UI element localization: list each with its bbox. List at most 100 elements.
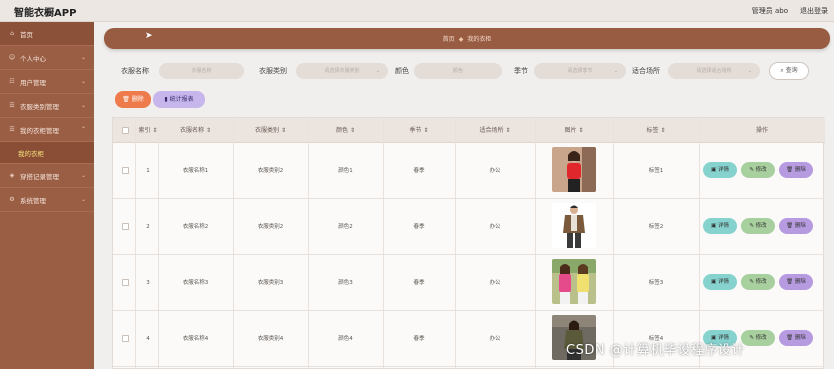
cell-category: 衣服类别4 — [257, 336, 284, 342]
column-header-color[interactable]: 颜色 ⇕ — [308, 118, 383, 143]
batch-delete-label: 删除 — [131, 96, 144, 103]
chevron-down-icon: ⌄ — [80, 78, 86, 85]
column-header-actions: 操作 — [755, 127, 768, 134]
batch-delete-button[interactable]: 🗑 删除 — [115, 91, 151, 108]
edit-button[interactable]: ✎ 修改 — [741, 330, 775, 346]
category-filter-placeholder: 请选择衣服类别 — [324, 68, 360, 74]
detail-label: 详情 — [717, 223, 729, 229]
top-bar: 智能衣橱APP 管理员 abo 退出登录 — [0, 0, 834, 22]
detail-button[interactable]: ▣ 详情 — [703, 274, 737, 290]
mouse-cursor-icon: ➤ — [145, 31, 153, 41]
delete-label: 删除 — [794, 279, 806, 285]
sidebar-item-system[interactable]: ⚙ 系统管理 ⌄ — [0, 188, 94, 212]
chevron-down-icon: ⌄ — [80, 172, 86, 179]
detail-button[interactable]: ▣ 详情 — [703, 218, 737, 234]
query-button[interactable]: ⌕ 查询 — [769, 62, 809, 80]
column-header-season[interactable]: 季节 ⇕ — [383, 118, 455, 143]
stats-report-button[interactable]: ▮ 统计报表 — [153, 91, 205, 108]
delete-button[interactable]: 🗑 删除 — [779, 274, 813, 290]
edit-button[interactable]: ✎ 修改 — [741, 162, 775, 178]
column-header-tag[interactable]: 标签 ⇕ — [613, 118, 699, 143]
occasion-filter-select[interactable]: 请选择适合场所 ⌄ — [668, 63, 760, 79]
row-checkbox[interactable] — [122, 335, 129, 342]
trash-icon: 🗑 — [786, 223, 794, 229]
breadcrumb-home[interactable]: 首页 — [443, 36, 455, 43]
cell-tag: 标签1 — [648, 168, 664, 174]
trash-icon: 🗑 — [786, 167, 794, 173]
detail-icon: ▣ — [711, 223, 717, 229]
column-header-image[interactable]: 图片 ⇕ — [535, 118, 613, 143]
search-icon: ⌕ — [780, 67, 784, 74]
table-row: 2 衣服名称2 衣服类别2 颜色2 春季 办公 标签2 ▣ 详情 ✎ 修改 🗑 … — [113, 199, 825, 255]
detail-label: 详情 — [717, 279, 729, 285]
detail-button[interactable]: ▣ 详情 — [703, 162, 737, 178]
cell-color: 颜色1 — [338, 168, 353, 174]
clothing-thumbnail[interactable] — [552, 147, 596, 192]
edit-button[interactable]: ✎ 修改 — [741, 218, 775, 234]
cell-name: 衣服名称4 — [182, 336, 209, 342]
edit-label: 修改 — [755, 279, 767, 285]
cell-occasion: 办公 — [489, 280, 501, 286]
sidebar-item-wardrobe[interactable]: ☰ 我的衣柜管理 ⌃ — [0, 118, 94, 142]
sidebar-item-label: 系统管理 — [20, 196, 46, 205]
sidebar-item-home[interactable]: ⌂ 首页 — [0, 22, 94, 46]
pencil-icon: ✎ — [749, 167, 754, 173]
sidebar-item-profile[interactable]: ☺ 个人中心 ⌄ — [0, 46, 94, 70]
edit-label: 修改 — [755, 167, 767, 173]
delete-button[interactable]: 🗑 删除 — [779, 162, 813, 178]
delete-button[interactable]: 🗑 删除 — [779, 330, 813, 346]
logout-link[interactable]: 退出登录 — [800, 6, 828, 16]
clothing-thumbnail[interactable] — [552, 259, 596, 304]
sidebar-item-label: 个人中心 — [20, 54, 46, 63]
cell-name: 衣服名称3 — [182, 280, 209, 286]
sidebar-item-label: 我的衣柜管理 — [20, 126, 59, 135]
season-filter-select[interactable]: 请选择季节 ⌄ — [534, 63, 626, 79]
chevron-down-icon: ⌄ — [613, 68, 618, 74]
sidebar-item-users[interactable]: ☷ 用户管理 ⌄ — [0, 70, 94, 94]
sidebar: ⌂ 首页 ☺ 个人中心 ⌄ ☷ 用户管理 ⌄ ☰ 衣服类别管理 ⌄ ☰ 我的衣柜… — [0, 22, 94, 369]
cell-occasion: 办公 — [489, 168, 501, 174]
column-header-category[interactable]: 衣服类别 ⇕ — [233, 118, 308, 143]
cell-occasion: 办公 — [489, 336, 501, 342]
gear-icon: ⚙ — [9, 196, 15, 203]
chevron-down-icon: ⌄ — [80, 196, 86, 203]
delete-label: 删除 — [794, 335, 806, 341]
cell-category: 衣服类别2 — [257, 168, 284, 174]
edit-label: 修改 — [755, 223, 767, 229]
row-checkbox[interactable] — [122, 223, 129, 230]
category-filter-select[interactable]: 请选择衣服类别 ⌄ — [296, 63, 388, 79]
sidebar-item-label: 衣服类别管理 — [20, 102, 59, 111]
color-filter-input[interactable]: 颜色 — [414, 63, 502, 79]
cell-color: 颜色4 — [338, 336, 353, 342]
table-row: 3 衣服名称3 衣服类别3 颜色3 春季 办公 标签3 ▣ 详情 ✎ 修改 🗑 … — [113, 255, 825, 311]
cell-category: 衣服类别3 — [257, 280, 284, 286]
edit-label: 修改 — [755, 335, 767, 341]
cell-name: 衣服名称2 — [182, 224, 209, 230]
trash-icon: 🗑 — [786, 335, 794, 341]
row-checkbox[interactable] — [122, 279, 129, 286]
cell-tag: 标签3 — [648, 280, 664, 286]
edit-button[interactable]: ✎ 修改 — [741, 274, 775, 290]
clothing-thumbnail[interactable] — [552, 203, 596, 248]
pencil-icon: ✎ — [749, 279, 754, 285]
select-all-checkbox[interactable] — [122, 127, 129, 134]
row-checkbox[interactable] — [122, 167, 129, 174]
sidebar-item-outfit-records[interactable]: ◈ 穿搭记录管理 ⌄ — [0, 164, 94, 188]
column-header-name[interactable]: 衣服名称 ⇕ — [158, 118, 233, 143]
sidebar-subitem-my-wardrobe[interactable]: 我的衣柜 — [0, 142, 94, 164]
column-header-occasion[interactable]: 适合场所 ⇕ — [455, 118, 535, 143]
pencil-icon: ✎ — [749, 223, 754, 229]
sidebar-item-categories[interactable]: ☰ 衣服类别管理 ⌄ — [0, 94, 94, 118]
query-button-label: 查询 — [785, 67, 798, 74]
cell-category: 衣服类别2 — [257, 224, 284, 230]
delete-button[interactable]: 🗑 删除 — [779, 218, 813, 234]
detail-icon: ▣ — [711, 167, 717, 173]
cell-season: 春季 — [413, 336, 425, 342]
detail-icon: ▣ — [711, 279, 717, 285]
chevron-up-icon: ⌃ — [80, 126, 86, 133]
name-filter-input[interactable]: 衣服名称 — [159, 63, 244, 79]
cell-season: 春季 — [413, 168, 425, 174]
table-header: 索引 ⇕ 衣服名称 ⇕ 衣服类别 ⇕ 颜色 ⇕ 季节 ⇕ 适合场所 ⇕ 图片 ⇕… — [113, 118, 825, 143]
cell-season: 春季 — [413, 224, 425, 230]
csdn-watermark: CSDN @计算机毕设程序设计 — [566, 343, 745, 358]
